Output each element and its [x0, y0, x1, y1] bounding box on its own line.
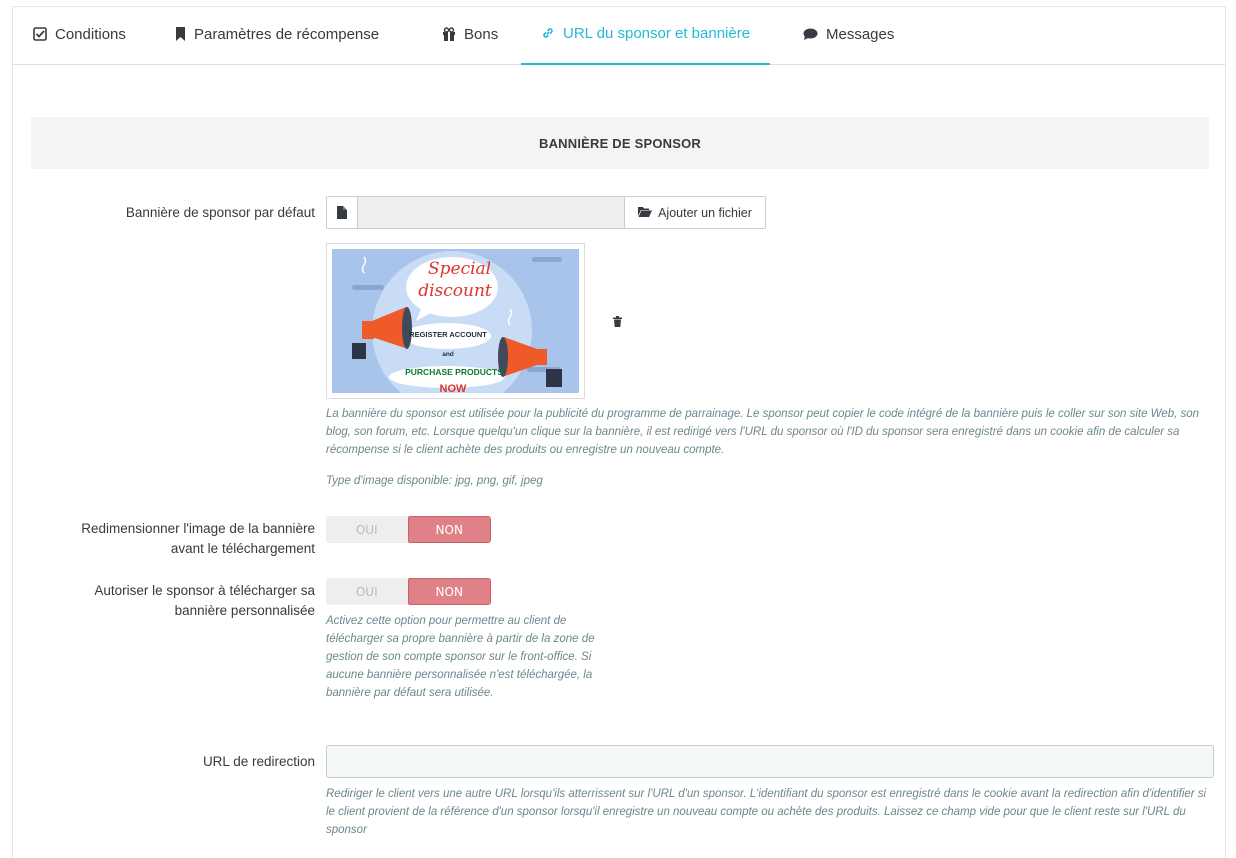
- comment-icon: [803, 28, 818, 41]
- tab-bar: Conditions Paramètres de récompense Bons…: [13, 7, 1225, 65]
- tab-conditions[interactable]: Conditions: [29, 7, 130, 65]
- banner-image: Special discount REGISTER ACCOUNT and PU…: [332, 249, 579, 393]
- allow-custom-label: Autoriser le sponsor à télécharger sa ba…: [94, 583, 315, 618]
- banner-text-discount: discount: [418, 281, 492, 301]
- banner-file-input[interactable]: Ajouter un fichier: [326, 196, 766, 229]
- default-banner-label: Bannière de sponsor par défaut: [125, 205, 315, 220]
- redirect-url-label: URL de redirection: [202, 754, 315, 769]
- image-types-help: Type d'image disponible: jpg, png, gif, …: [326, 475, 543, 487]
- resize-no-option[interactable]: NON: [407, 516, 491, 543]
- redirect-url-input[interactable]: [326, 745, 1214, 778]
- tab-messages[interactable]: Messages: [799, 7, 898, 65]
- allow-custom-help-text: Activez cette option pour permettre au c…: [326, 615, 595, 699]
- resize-yes-option[interactable]: OUI: [326, 516, 408, 543]
- section-title: BANNIÈRE DE SPONSOR: [31, 117, 1209, 169]
- file-icon: [327, 197, 358, 228]
- resize-switch[interactable]: OUI NON: [326, 516, 491, 543]
- module-config-panel: Conditions Paramètres de récompense Bons…: [12, 6, 1226, 858]
- gift-icon: [442, 27, 456, 41]
- folder-open-icon: [638, 206, 653, 220]
- tab-label: Paramètres de récompense: [194, 25, 380, 43]
- tab-vouchers[interactable]: Bons: [438, 7, 502, 65]
- allow-custom-switch[interactable]: OUI NON: [326, 578, 491, 605]
- tab-reward-settings[interactable]: Paramètres de récompense: [171, 7, 383, 65]
- trash-icon: [613, 314, 622, 331]
- link-icon: [541, 26, 555, 40]
- tab-label: Conditions: [55, 25, 126, 43]
- tab-label: URL du sponsor et bannière: [563, 24, 751, 42]
- resize-label: Redimensionner l'image de la bannière av…: [81, 521, 315, 556]
- banner-text-and: and: [442, 351, 454, 358]
- banner-text-purchase: PURCHASE PRODUCTS: [405, 367, 503, 377]
- banner-text-now: NOW: [439, 383, 467, 393]
- tab-label: Messages: [826, 25, 895, 43]
- allow-custom-no-option[interactable]: NON: [407, 578, 491, 605]
- banner-help-text: La bannière du sponsor est utilisée pour…: [326, 408, 1200, 456]
- banner-thumbnail: Special discount REGISTER ACCOUNT and PU…: [326, 243, 585, 399]
- banner-text-special: Special: [428, 259, 492, 279]
- file-name-field[interactable]: [358, 197, 624, 228]
- add-file-button[interactable]: Ajouter un fichier: [624, 197, 765, 228]
- redirect-help-text: Rediriger le client vers une autre URL l…: [326, 788, 1207, 836]
- check-square-icon: [33, 27, 47, 41]
- delete-banner-button[interactable]: [613, 314, 622, 332]
- add-file-label: Ajouter un fichier: [658, 205, 752, 220]
- banner-text-register: REGISTER ACCOUNT: [409, 330, 487, 339]
- tab-sponsor-url-banner[interactable]: URL du sponsor et bannière: [521, 7, 771, 65]
- tab-label: Bons: [464, 25, 499, 43]
- allow-custom-yes-option[interactable]: OUI: [326, 578, 408, 605]
- bookmark-icon: [175, 27, 186, 41]
